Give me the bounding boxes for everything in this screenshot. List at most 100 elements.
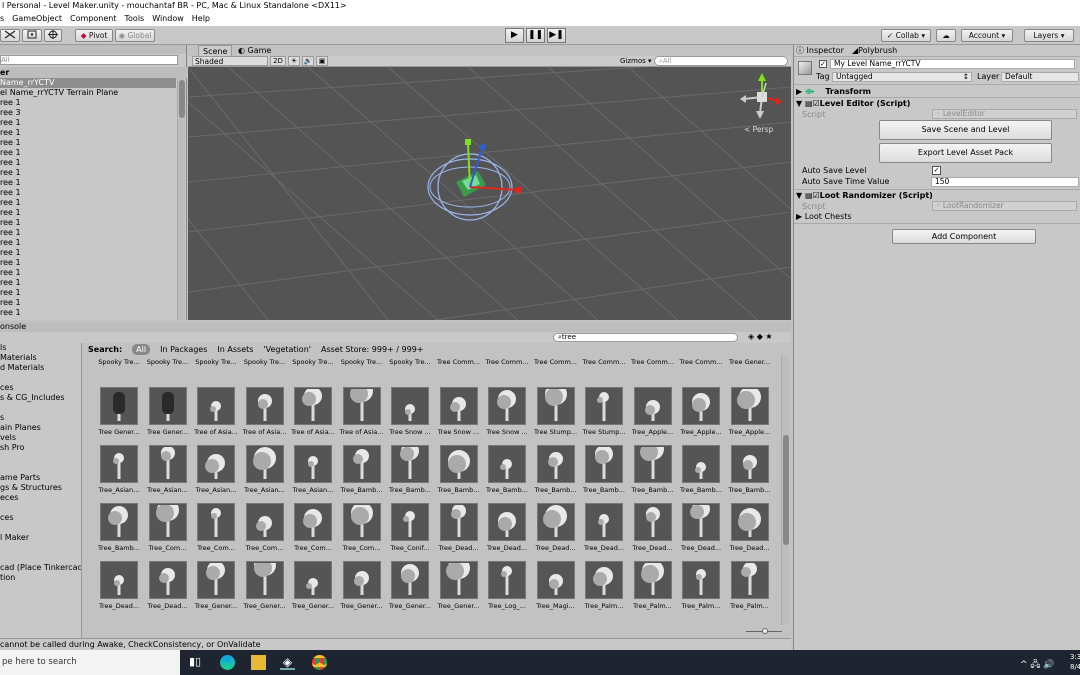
unity-icon[interactable]: ◈ [280,655,295,670]
hierarchy-item[interactable]: ree 1 [0,98,176,108]
project-folder[interactable]: s [0,413,81,423]
asset-item[interactable]: Tree Comm... [630,355,674,375]
asset-item[interactable]: Spooky Tre... [242,355,286,375]
asset-item[interactable]: Tree Comm... [484,355,529,375]
rect-transform-button[interactable] [22,29,42,42]
asset-item[interactable]: Tree_Palm... [678,561,722,619]
asset-item[interactable]: Spooky Tre... [145,355,189,375]
asset-item[interactable]: Tree_Asian... [145,445,189,503]
asset-item[interactable]: Tree Snow ... [387,387,431,445]
edge-icon[interactable] [220,655,235,670]
asset-item[interactable]: Tree Gener... [727,355,771,375]
scene-search-input[interactable]: ⌕All [654,56,788,66]
project-folder[interactable]: ces [0,383,81,393]
shading-dropdown[interactable]: Shaded [192,56,268,66]
asset-item[interactable]: Tree_Log_... [484,561,528,619]
orientation-gizmo[interactable] [740,73,782,119]
asset-item[interactable]: Spooky Tre... [339,355,383,375]
asset-item[interactable]: Tree_Asian... [193,445,237,503]
asset-item[interactable]: Tree_Apple... [678,387,722,445]
hierarchy-item[interactable]: ree 3 [0,108,176,118]
asset-item[interactable]: Tree Comm... [436,355,480,375]
hierarchy-search-input[interactable]: All [0,55,178,65]
asset-item[interactable]: Tree_Bamb... [387,445,431,503]
loot-chests-foldout[interactable]: ▶ Loot Chests [796,211,852,222]
asset-item[interactable]: Spooky Tre... [96,355,140,375]
project-folder[interactable]: s & CG_Includes [0,393,81,403]
asset-scroll-thumb[interactable] [783,435,789,545]
hierarchy-item[interactable]: ree 1 [0,208,176,218]
hierarchy-item[interactable]: ree 1 [0,148,176,158]
pause-button[interactable]: ❚❚ [526,28,545,43]
asset-item[interactable]: Tree Snow ... [484,387,528,445]
global-button[interactable]: ◉ Global [115,29,155,42]
hierarchy-item[interactable]: ree 1 [0,268,176,278]
menu-component[interactable]: Component [70,12,116,26]
asset-item[interactable]: Tree_Bamb... [678,445,722,503]
selection-gizmo[interactable] [427,139,522,221]
transform-component[interactable]: ▶ ⟴ Transform [796,86,871,97]
asset-item[interactable]: Tree_Bamb... [727,445,771,503]
thumbnail-size-slider[interactable] [746,628,782,634]
asset-item[interactable]: Tree_Dead... [727,503,771,561]
hierarchy-item[interactable]: ree 1 [0,168,176,178]
asset-item[interactable]: Tree_Conif... [387,503,431,561]
scope-assets[interactable]: In Assets [217,344,253,355]
asset-item[interactable]: Tree_Dead... [678,503,722,561]
project-search-input[interactable]: ⌕tree [553,333,738,342]
project-folder[interactable]: vels [0,433,81,443]
cloud-button[interactable]: ☁ [936,29,956,42]
asset-item[interactable]: Tree_Bamb... [484,445,528,503]
asset-item[interactable]: Tree of Asia... [193,387,238,445]
lighting-icon[interactable]: ☀ [288,56,300,66]
project-folder[interactable]: ces [0,513,81,523]
asset-item[interactable]: Tree_Palm... [727,561,771,619]
asset-item[interactable]: Tree_Bamb... [436,445,480,503]
hierarchy-item[interactable]: el Name_rrYCTV Terrain Plane [0,88,176,98]
project-folder[interactable] [0,523,81,533]
hierarchy-item[interactable]: ree 1 [0,288,176,298]
asset-item[interactable]: Tree_Asian... [290,445,334,503]
asset-item[interactable]: Tree_Gener... [242,561,286,619]
project-folder[interactable]: Materials [0,353,81,363]
play-button[interactable]: ▶ [505,28,524,43]
clock[interactable]: 3:3 8/4 [1070,652,1080,672]
asset-item[interactable]: Tree_Gener... [436,561,480,619]
step-button[interactable]: ▶❚ [547,28,566,43]
project-folder[interactable]: l Maker [0,533,81,543]
asset-item[interactable]: Tree Gener... [96,387,140,445]
loot-randomizer-component[interactable]: ▼ ▤☑Loot Randomizer (Script) [796,190,933,201]
asset-item[interactable]: Tree_Dead... [484,503,528,561]
hierarchy-item[interactable]: ree 1 [0,118,176,128]
status-bar[interactable]: cannot be called during Awake, CheckCons… [0,638,791,650]
scope-vegetation[interactable]: 'Vegetation' [263,344,311,355]
account-button[interactable]: Account ▾ [961,29,1013,42]
asset-item[interactable]: Spooky Tre... [387,355,431,375]
asset-item[interactable]: Tree_Gener... [290,561,334,619]
project-folder[interactable]: d Materials [0,363,81,373]
project-folder[interactable]: gs & Structures [0,483,81,493]
asset-item[interactable]: Tree of Asia... [339,387,383,445]
hierarchy-item[interactable]: Name_rrYCTV [0,78,176,88]
hierarchy-item[interactable]: ree 1 [0,298,176,308]
chrome-icon[interactable] [312,655,327,670]
add-component-button[interactable]: Add Component [892,229,1036,244]
auto-save-time-field[interactable]: 150 [931,177,1079,187]
tab-game[interactable]: ◐ Game [234,45,275,56]
asset-item[interactable]: Tree Stump... [533,387,577,445]
asset-item[interactable]: Tree of Asia... [242,387,286,445]
hierarchy-item[interactable]: ree 1 [0,138,176,148]
filter-icons[interactable]: ◈ ◆ ★ [748,332,773,341]
transform-tool-button[interactable] [44,29,62,42]
asset-item[interactable]: Tree_Palm... [581,561,625,619]
asset-item[interactable]: Tree Comm... [533,355,577,375]
level-editor-component[interactable]: ▼ ▤☑Level Editor (Script) [796,98,910,109]
asset-item[interactable]: Tree_Apple... [727,387,771,445]
auto-save-checkbox[interactable]: ✓ [932,166,941,175]
scope-store[interactable]: Asset Store: 999+ / 999+ [321,344,424,355]
project-folder[interactable] [0,453,81,463]
project-folder[interactable]: sh Pro [0,443,81,453]
asset-item[interactable]: Spooky Tre... [193,355,237,375]
asset-item[interactable]: Tree_Bamb... [339,445,383,503]
tab-polybrush[interactable]: ◢Polybrush [852,45,897,56]
